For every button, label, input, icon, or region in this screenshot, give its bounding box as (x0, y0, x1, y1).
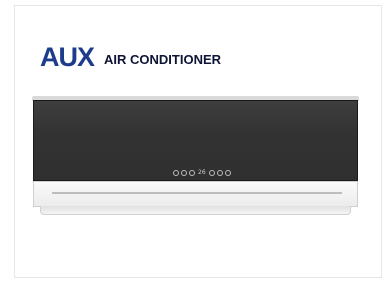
air-conditioner-unit: 26 (32, 96, 359, 215)
display-indicator-5 (216, 170, 223, 176)
brand-tagline: AIR CONDITIONER (104, 52, 222, 67)
display-indicator-3 (189, 170, 195, 176)
brand-header: AUX AIR CONDITIONER (40, 42, 222, 72)
display-indicator-4 (208, 170, 215, 176)
air-vent-line (52, 192, 342, 194)
control-display: 26 (173, 170, 231, 176)
unit-body (33, 181, 358, 207)
display-indicator-2 (181, 170, 187, 176)
brand-logo: AUX (40, 42, 95, 72)
display-indicator-1 (173, 170, 179, 176)
temperature-readout: 26 (198, 169, 206, 176)
display-indicator-6 (224, 170, 231, 176)
louver (40, 206, 351, 215)
front-panel: 26 (33, 100, 358, 181)
